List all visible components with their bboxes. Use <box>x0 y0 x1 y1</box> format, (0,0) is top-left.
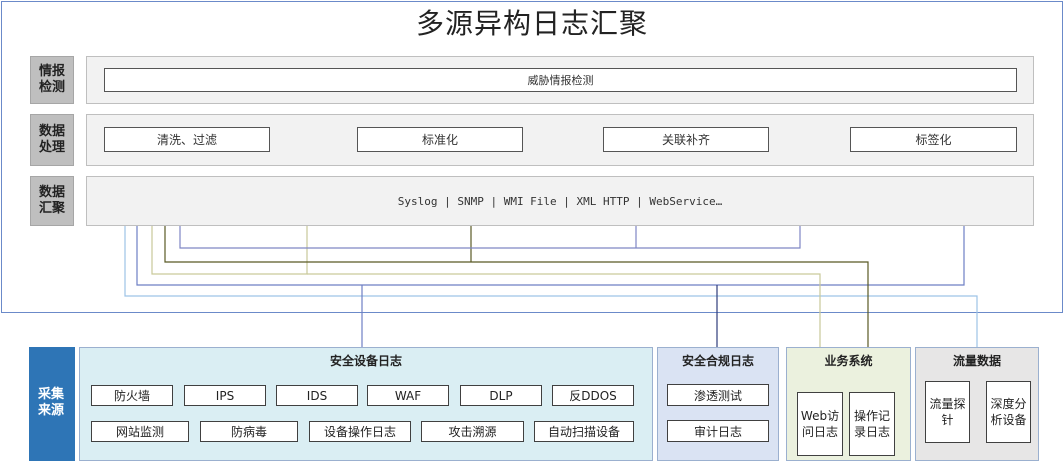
connector-security <box>136 226 965 286</box>
chip-antivirus: 防病毒 <box>200 421 298 442</box>
chip-dlp: DLP <box>460 385 542 406</box>
chip-site-monitor: 网站监测 <box>91 421 189 442</box>
chip-web-access-log: Web访问日志 <box>797 392 843 456</box>
chip-ips: IPS <box>184 385 266 406</box>
chip-auto-scan: 自动扫描设备 <box>534 421 634 442</box>
chip-deep-analysis: 深度分析设备 <box>986 381 1031 443</box>
chip-device-ops-log: 设备操作日志 <box>309 421 411 442</box>
security-devices-title: 安全设备日志 <box>329 354 402 368</box>
chip-audit-log: 审计日志 <box>667 420 769 442</box>
chip-anti-ddos: 反DDOS <box>552 385 634 406</box>
chip-firewall: 防火墙 <box>91 385 173 406</box>
business-title: 业务系统 <box>824 354 873 368</box>
chip-traffic-probe: 流量探针 <box>925 381 970 443</box>
traffic-title: 流量数据 <box>952 354 1001 368</box>
chip-waf: WAF <box>367 385 449 406</box>
chip-ids: IDS <box>276 385 358 406</box>
chip-operation-log: 操作记录日志 <box>849 392 895 456</box>
connector-audit <box>179 226 801 249</box>
compliance-title: 安全合规日志 <box>681 354 754 368</box>
chip-pentest: 渗透测试 <box>667 384 769 406</box>
chip-attack-trace: 攻击溯源 <box>421 421 524 442</box>
connector-compliance <box>151 226 308 275</box>
source-label: 采集来源 <box>29 347 75 461</box>
